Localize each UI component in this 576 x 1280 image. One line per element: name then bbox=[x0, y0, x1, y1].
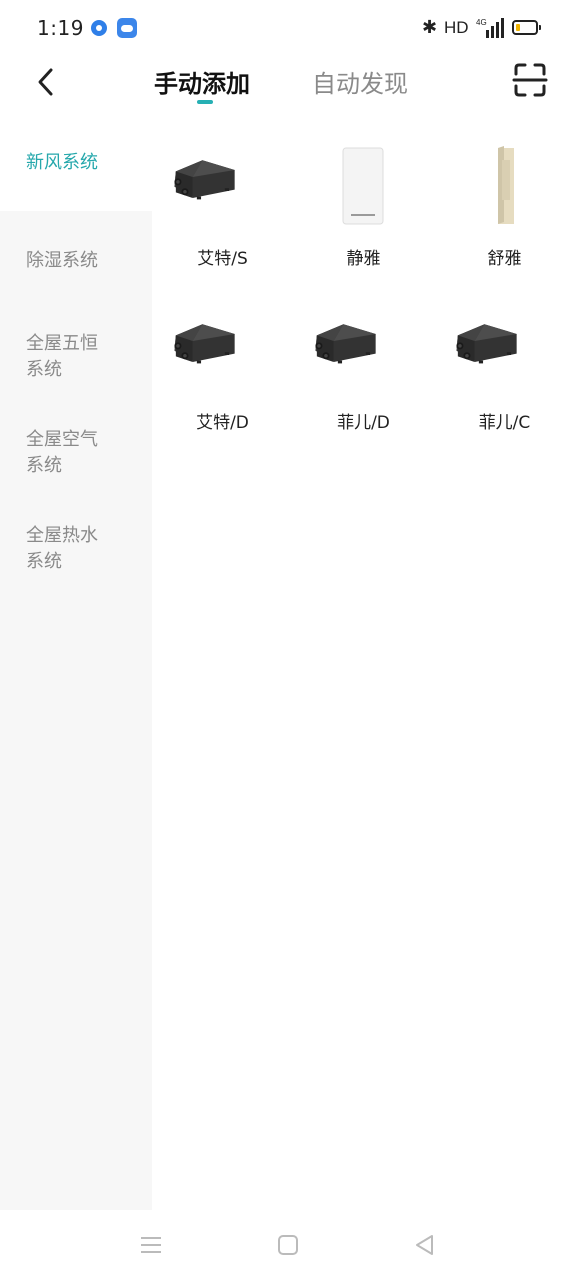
product-item[interactable]: 菲儿/C bbox=[434, 294, 575, 444]
ventilation-unit-icon bbox=[174, 160, 235, 200]
product-item[interactable]: 艾特/D bbox=[152, 294, 293, 444]
sidebar-item-label: 全屋热水系统 bbox=[26, 525, 98, 572]
sidebar-item-whole-air[interactable]: 全屋空气系统 bbox=[0, 427, 130, 479]
status-bar: 1:19 ✱ HD 4G bbox=[0, 0, 576, 56]
floor-column-icon bbox=[498, 146, 514, 224]
product-name: 菲儿/D bbox=[337, 413, 390, 433]
product-item[interactable]: 静雅 bbox=[293, 130, 434, 280]
product-name: 静雅 bbox=[346, 249, 381, 269]
product-name: 艾特/D bbox=[196, 413, 249, 433]
sidebar-item-label: 除湿系统 bbox=[26, 250, 98, 271]
back-button[interactable] bbox=[26, 62, 66, 102]
signal-icon: 4G bbox=[476, 18, 504, 38]
network-label: 4G bbox=[476, 18, 487, 27]
wall-panel-icon bbox=[342, 147, 384, 225]
ventilation-unit-icon bbox=[456, 324, 517, 364]
product-name: 舒雅 bbox=[487, 249, 522, 269]
header: 手动添加 自动发现 bbox=[0, 56, 576, 116]
status-time: 1:19 bbox=[37, 16, 84, 40]
sidebar-item-fresh-air[interactable]: 新风系统 bbox=[0, 116, 152, 211]
product-name: 菲儿/C bbox=[478, 413, 531, 433]
sidebar-item-label: 新风系统 bbox=[26, 152, 98, 173]
sidebar-item-label: 全屋五恒系统 bbox=[26, 333, 98, 380]
sidebar-item-five-constant[interactable]: 全屋五恒系统 bbox=[0, 331, 130, 383]
scan-button[interactable] bbox=[512, 62, 552, 102]
hd-label: HD bbox=[444, 18, 469, 37]
ventilation-unit-icon bbox=[315, 324, 376, 364]
scan-icon bbox=[512, 63, 548, 97]
tab-active-indicator bbox=[197, 100, 213, 104]
notification-app-icon bbox=[91, 20, 107, 36]
battery-icon bbox=[512, 20, 541, 35]
category-sidebar: 新风系统 除湿系统 全屋五恒系统 全屋空气系统 全屋热水系统 bbox=[0, 116, 152, 1210]
product-item[interactable]: 舒雅 bbox=[434, 130, 575, 280]
sidebar-item-hot-water[interactable]: 全屋热水系统 bbox=[0, 523, 130, 575]
system-navigation-bar bbox=[0, 1210, 576, 1280]
cloud-app-icon bbox=[117, 18, 137, 38]
sidebar-item-label: 全屋空气系统 bbox=[26, 429, 98, 476]
product-item[interactable]: 艾特/S bbox=[152, 130, 293, 280]
sidebar-item-dehumidify[interactable]: 除湿系统 bbox=[0, 248, 152, 274]
product-item[interactable]: 菲儿/D bbox=[293, 294, 434, 444]
tab-manual-add[interactable]: 手动添加 bbox=[154, 64, 250, 99]
home-square-icon[interactable] bbox=[275, 1232, 301, 1258]
tab-auto-discover[interactable]: 自动发现 bbox=[312, 64, 408, 99]
menu-icon[interactable] bbox=[138, 1232, 164, 1258]
chevron-left-icon bbox=[38, 68, 53, 96]
back-triangle-icon[interactable] bbox=[412, 1232, 438, 1258]
product-name: 艾特/S bbox=[197, 249, 248, 269]
bluetooth-icon: ✱ bbox=[422, 17, 438, 38]
ventilation-unit-icon bbox=[174, 324, 235, 364]
